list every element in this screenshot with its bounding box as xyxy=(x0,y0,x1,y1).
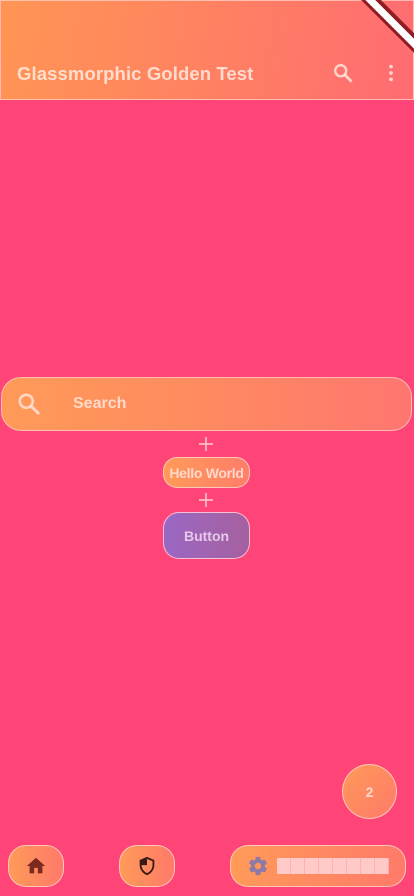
search-input[interactable]: Search xyxy=(73,395,126,413)
app-title: Glassmorphic Golden Test xyxy=(17,63,254,84)
nav-settings-button[interactable] xyxy=(230,845,406,887)
home-icon xyxy=(26,857,46,874)
plus-icon xyxy=(199,493,213,507)
more-options-button[interactable] xyxy=(377,59,405,87)
glass-button[interactable]: Button xyxy=(163,512,250,559)
search-action-button[interactable] xyxy=(329,59,357,87)
plus-icon xyxy=(199,437,213,451)
search-icon xyxy=(18,393,40,415)
search-icon xyxy=(334,64,353,83)
shield-icon xyxy=(139,856,155,876)
floating-action-button[interactable]: 2 xyxy=(342,764,397,819)
gear-icon xyxy=(249,856,267,876)
hello-world-chip[interactable]: Hello World xyxy=(163,457,250,488)
app-bar: Glassmorphic Golden Test xyxy=(0,0,414,100)
more-vert-icon xyxy=(389,64,393,82)
nav-security-button[interactable] xyxy=(119,845,175,887)
nav-home-button[interactable] xyxy=(8,845,64,887)
settings-label-placeholder xyxy=(277,858,389,874)
search-bar[interactable]: Search xyxy=(1,377,412,431)
